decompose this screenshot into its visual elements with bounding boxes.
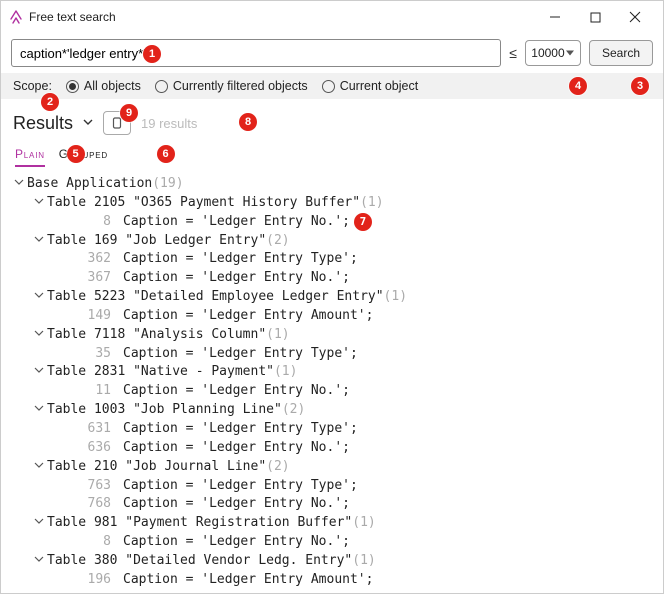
scope-bar: Scope: All objects Currently filtered ob… bbox=[1, 73, 663, 99]
callout-9: 9 bbox=[120, 104, 138, 122]
callout-1: 1 bbox=[143, 45, 161, 63]
tree-line[interactable]: 11 Caption = 'Ledger Entry No.'; bbox=[7, 382, 657, 401]
line-number: 35 bbox=[65, 345, 111, 364]
scope-label: Scope: bbox=[13, 79, 52, 93]
tree-group[interactable]: Table 210 "Job Journal Line" (2) bbox=[7, 458, 657, 477]
tree-group[interactable]: Table 169 "Job Ledger Entry" (2) bbox=[7, 232, 657, 251]
callout-6: 6 bbox=[157, 145, 175, 163]
results-count: 19 results bbox=[141, 116, 197, 131]
radio-dot-icon bbox=[322, 80, 335, 93]
limit-select[interactable]: 10000 bbox=[525, 40, 581, 66]
tree-line[interactable]: 367 Caption = 'Ledger Entry No.'; bbox=[7, 269, 657, 288]
line-number: 763 bbox=[65, 477, 111, 496]
line-number: 367 bbox=[65, 269, 111, 288]
tree-line[interactable]: 636 Caption = 'Ledger Entry No.'; bbox=[7, 439, 657, 458]
chevron-down-icon[interactable] bbox=[31, 401, 47, 420]
tree-root[interactable]: Base Application (19) bbox=[7, 175, 657, 194]
callout-5: 5 bbox=[67, 145, 85, 163]
app-logo-icon bbox=[9, 10, 23, 24]
tree-group[interactable]: Table 2831 "Native - Payment" (1) bbox=[7, 363, 657, 382]
chevron-down-icon[interactable] bbox=[31, 326, 47, 345]
callout-4: 4 bbox=[569, 77, 587, 95]
code-text: Caption = 'Ledger Entry Type'; bbox=[123, 477, 358, 496]
chevron-down-icon[interactable] bbox=[31, 194, 47, 213]
chevron-down-icon[interactable] bbox=[31, 288, 47, 307]
line-number: 11 bbox=[65, 382, 111, 401]
results-tree[interactable]: Base Application (19)Table 2105 "O365 Pa… bbox=[1, 173, 663, 589]
search-input[interactable] bbox=[11, 39, 501, 67]
search-bar: 1 ≤ 10000 Search bbox=[1, 33, 663, 73]
code-text: Caption = 'Ledger Entry Type'; bbox=[123, 420, 358, 439]
chevron-down-icon[interactable] bbox=[83, 116, 93, 130]
maximize-button[interactable] bbox=[575, 3, 615, 31]
close-button[interactable] bbox=[615, 3, 655, 31]
code-text: Caption = 'Ledger Entry Type'; bbox=[123, 345, 358, 364]
search-button[interactable]: Search bbox=[589, 40, 653, 66]
callout-7: 7 bbox=[354, 213, 372, 231]
line-number: 8 bbox=[65, 213, 111, 232]
radio-dot-icon bbox=[66, 80, 79, 93]
scope-all-radio[interactable]: All objects bbox=[66, 79, 141, 93]
minimize-button[interactable] bbox=[535, 3, 575, 31]
code-text: Caption = 'Ledger Entry No.'; bbox=[123, 269, 350, 288]
code-text: Caption = 'Ledger Entry No.'; bbox=[123, 382, 350, 401]
line-number: 149 bbox=[65, 307, 111, 326]
tree-line[interactable]: 768 Caption = 'Ledger Entry No.'; bbox=[7, 495, 657, 514]
line-number: 768 bbox=[65, 495, 111, 514]
window-title: Free text search bbox=[29, 10, 116, 24]
tree-group[interactable]: Table 5223 "Detailed Employee Ledger Ent… bbox=[7, 288, 657, 307]
line-number: 631 bbox=[65, 420, 111, 439]
code-text: Caption = 'Ledger Entry Amount'; bbox=[123, 571, 373, 589]
chevron-down-icon[interactable] bbox=[31, 363, 47, 382]
tree-group[interactable]: Table 7118 "Analysis Column" (1) bbox=[7, 326, 657, 345]
tree-group[interactable]: Table 380 "Detailed Vendor Ledg. Entry" … bbox=[7, 552, 657, 571]
line-number: 636 bbox=[65, 439, 111, 458]
tree-line[interactable]: 763 Caption = 'Ledger Entry Type'; bbox=[7, 477, 657, 496]
chevron-down-icon[interactable] bbox=[31, 458, 47, 477]
tree-line[interactable]: 196 Caption = 'Ledger Entry Amount'; bbox=[7, 571, 657, 589]
code-text: Caption = 'Ledger Entry Amount'; bbox=[123, 307, 373, 326]
tree-line[interactable]: 631 Caption = 'Ledger Entry Type'; bbox=[7, 420, 657, 439]
tree-group[interactable]: Table 981 "Payment Registration Buffer" … bbox=[7, 514, 657, 533]
tree-line[interactable]: 362 Caption = 'Ledger Entry Type'; bbox=[7, 250, 657, 269]
chevron-down-icon[interactable] bbox=[31, 232, 47, 251]
callout-3: 3 bbox=[631, 77, 649, 95]
batch-button[interactable]: 9 bbox=[103, 111, 131, 135]
tree-line[interactable]: 35 Caption = 'Ledger Entry Type'; bbox=[7, 345, 657, 364]
code-text: Caption = 'Ledger Entry No.'; bbox=[123, 439, 350, 458]
scope-filtered-radio[interactable]: Currently filtered objects bbox=[155, 79, 308, 93]
tabs: Plain Grouped 5 6 bbox=[1, 139, 663, 173]
line-number: 362 bbox=[65, 250, 111, 269]
radio-dot-icon bbox=[155, 80, 168, 93]
tree-line[interactable]: 8 Caption = 'Ledger Entry No.'; bbox=[7, 533, 657, 552]
tree-line[interactable]: 8 Caption = 'Ledger Entry No.';7 bbox=[7, 213, 657, 232]
tree-line[interactable]: 149 Caption = 'Ledger Entry Amount'; bbox=[7, 307, 657, 326]
chevron-down-icon[interactable] bbox=[11, 175, 27, 194]
line-number: 8 bbox=[65, 533, 111, 552]
chevron-down-icon[interactable] bbox=[31, 514, 47, 533]
callout-2: 2 bbox=[41, 93, 59, 111]
limit-value: 10000 bbox=[531, 46, 564, 60]
results-heading: Results bbox=[13, 113, 73, 134]
tab-plain[interactable]: Plain bbox=[15, 147, 45, 167]
code-text: Caption = 'Ledger Entry Type'; bbox=[123, 250, 358, 269]
callout-8: 8 bbox=[239, 113, 257, 131]
code-text: Caption = 'Ledger Entry No.'; bbox=[123, 213, 350, 232]
code-text: Caption = 'Ledger Entry No.'; bbox=[123, 495, 350, 514]
line-number: 196 bbox=[65, 571, 111, 589]
chevron-down-icon[interactable] bbox=[31, 552, 47, 571]
scope-current-radio[interactable]: Current object bbox=[322, 79, 419, 93]
title-bar: Free text search bbox=[1, 1, 663, 33]
code-text: Caption = 'Ledger Entry No.'; bbox=[123, 533, 350, 552]
results-header: Results 9 19 results 8 bbox=[1, 99, 663, 139]
tree-group[interactable]: Table 1003 "Job Planning Line" (2) bbox=[7, 401, 657, 420]
leq-symbol: ≤ bbox=[509, 45, 517, 61]
tree-group[interactable]: Table 2105 "O365 Payment History Buffer"… bbox=[7, 194, 657, 213]
